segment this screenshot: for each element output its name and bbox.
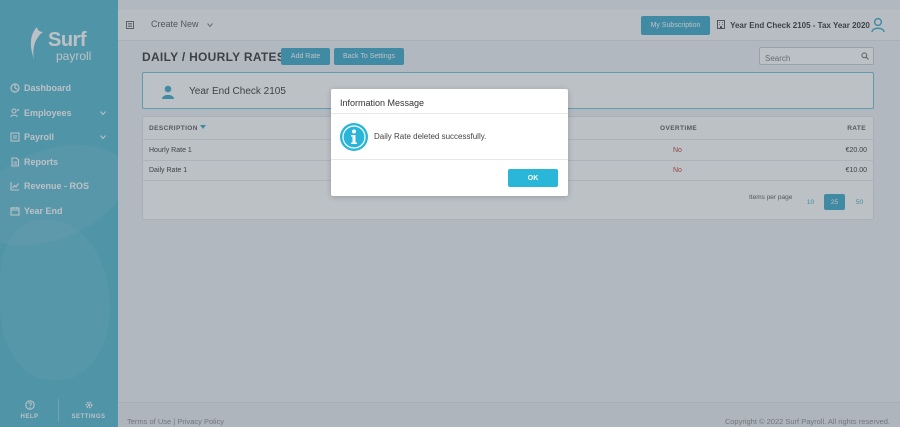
dialog-message: Daily Rate deleted successfully.	[374, 132, 487, 141]
dialog-header: Information Message	[331, 89, 568, 114]
dialog-body: Daily Rate deleted successfully.	[331, 114, 568, 160]
information-dialog: Information Message Daily Rate deleted s…	[331, 89, 568, 196]
info-icon	[340, 123, 368, 151]
modal-backdrop[interactable]	[0, 0, 900, 427]
ok-button[interactable]: OK	[508, 169, 558, 187]
dialog-title: Information Message	[340, 98, 425, 108]
